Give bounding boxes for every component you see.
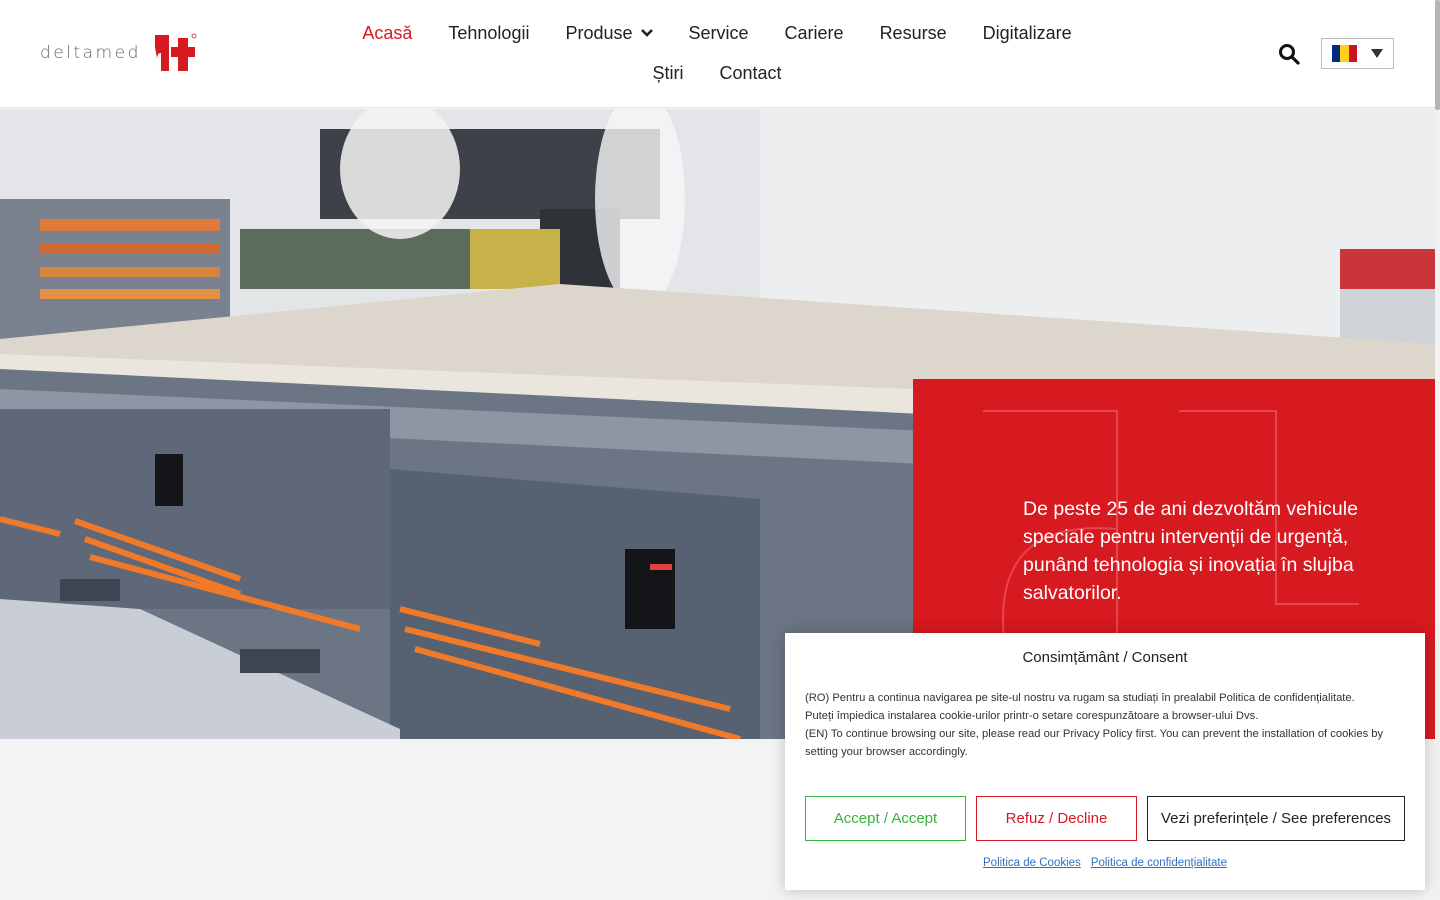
decline-button[interactable]: Refuz / Decline xyxy=(976,796,1137,841)
logo-wordmark: deltamed xyxy=(40,43,141,63)
privacy-policy-link[interactable]: Politica de confidențialitate xyxy=(1091,857,1227,869)
nav-item-service[interactable]: Service xyxy=(671,18,767,48)
deltamed-logo[interactable]: deltamed xyxy=(40,33,197,73)
nav-item-produse-label: Produse xyxy=(565,23,633,43)
search-icon[interactable] xyxy=(1278,43,1300,65)
chevron-down-icon xyxy=(640,29,653,37)
nav-item-tehnologii[interactable]: Tehnologii xyxy=(430,18,547,48)
consent-body: (RO) Pentru a continua navigarea pe site… xyxy=(805,689,1410,761)
see-preferences-button[interactable]: Vezi preferințele / See preferences xyxy=(1147,796,1405,841)
page-scrollbar[interactable] xyxy=(1435,0,1440,900)
hero-tagline: De peste 25 de ani dezvoltăm vehicule sp… xyxy=(1023,498,1358,604)
romania-flag-icon xyxy=(1332,45,1357,62)
site-header: deltamed Acasă Tehnologii Produse Servic… xyxy=(0,0,1435,108)
consent-text-ro-1: (RO) Pentru a continua navigarea pe site… xyxy=(805,692,1355,704)
nav-item-stiri[interactable]: Știri xyxy=(634,58,701,88)
consent-text-en: (EN) To continue browsing our site, plea… xyxy=(805,728,1384,758)
nav-item-produse[interactable]: Produse xyxy=(547,18,670,48)
language-selector[interactable] xyxy=(1321,38,1394,69)
consent-text-ro-2: Puteți împiedica instalarea cookie-urilo… xyxy=(805,710,1259,722)
caret-down-icon xyxy=(1371,49,1383,58)
nav-item-contact[interactable]: Contact xyxy=(701,58,799,88)
nav-item-resurse[interactable]: Resurse xyxy=(862,18,965,48)
consent-title: Consimțământ / Consent xyxy=(1022,649,1188,666)
nav-item-acasa[interactable]: Acasă xyxy=(344,18,430,48)
accept-button[interactable]: Accept / Accept xyxy=(805,796,966,841)
nav-item-cariere[interactable]: Cariere xyxy=(767,18,862,48)
deltamed-logo-icon xyxy=(148,33,197,71)
consent-links: Politica de Cookies Politica de confiden… xyxy=(785,857,1425,869)
main-navigation: Acasă Tehnologii Produse Service Cariere… xyxy=(312,18,1122,88)
cookie-policy-link[interactable]: Politica de Cookies xyxy=(983,857,1081,869)
nav-item-digitalizare[interactable]: Digitalizare xyxy=(965,18,1090,48)
cookie-consent-dialog: Consimțământ / Consent (RO) Pentru a con… xyxy=(785,633,1425,890)
scrollbar-thumb[interactable] xyxy=(1435,0,1440,110)
